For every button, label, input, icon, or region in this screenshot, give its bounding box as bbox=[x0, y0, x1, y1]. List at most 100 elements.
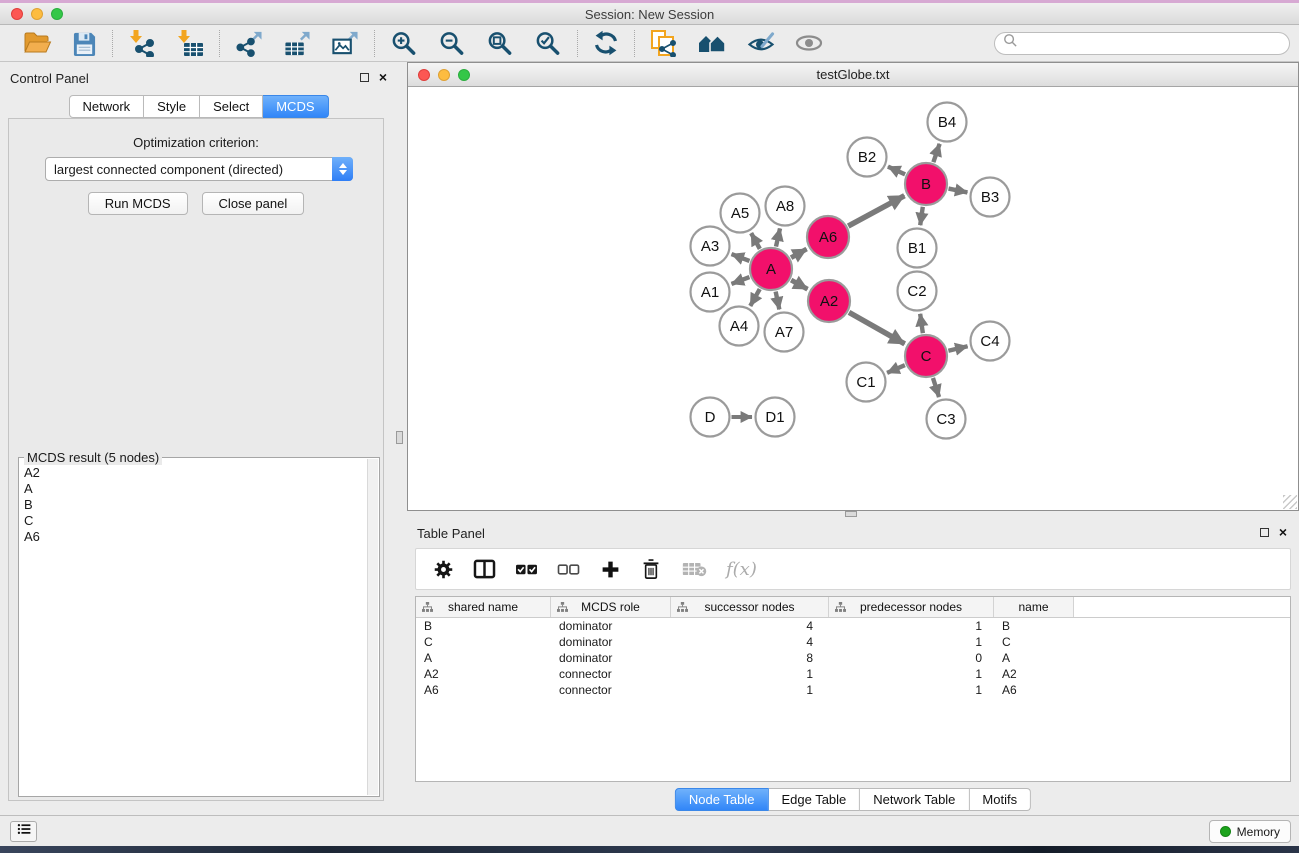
task-history-button[interactable] bbox=[10, 821, 37, 842]
edge-A6-B[interactable] bbox=[848, 196, 904, 226]
add-column-icon[interactable] bbox=[599, 559, 621, 580]
mcds-result-item[interactable]: A6 bbox=[24, 529, 366, 545]
node-C3[interactable]: C3 bbox=[927, 400, 966, 439]
close-panel-button[interactable]: Close panel bbox=[202, 192, 305, 215]
column-header-shared-name[interactable]: shared name bbox=[416, 597, 551, 617]
edge-A-A2[interactable] bbox=[791, 280, 807, 289]
settings-gear-icon[interactable] bbox=[432, 559, 454, 580]
mcds-result-item[interactable]: A2 bbox=[24, 465, 366, 481]
search-input[interactable] bbox=[1018, 36, 1289, 51]
tab-network[interactable]: Network bbox=[68, 95, 144, 118]
edge-A-A3[interactable] bbox=[732, 254, 750, 261]
hide-details-icon[interactable] bbox=[795, 32, 823, 54]
export-table-icon[interactable] bbox=[283, 30, 311, 57]
zoom-fit-icon[interactable] bbox=[486, 30, 514, 57]
column-header-MCDS-role[interactable]: MCDS role bbox=[551, 597, 671, 617]
edge-A-A6[interactable] bbox=[791, 249, 807, 258]
table-row[interactable]: A6connector11A6 bbox=[416, 682, 1290, 698]
edge-B-B1[interactable] bbox=[920, 207, 923, 225]
node-C1[interactable]: C1 bbox=[847, 363, 886, 402]
delete-column-icon[interactable] bbox=[640, 558, 662, 581]
float-table-panel-icon[interactable] bbox=[1260, 528, 1269, 537]
node-D[interactable]: D bbox=[691, 398, 730, 437]
float-panel-icon[interactable] bbox=[360, 73, 369, 82]
edge-A-A5[interactable] bbox=[751, 233, 760, 249]
panel-mode-icon[interactable] bbox=[473, 559, 496, 579]
node-B1[interactable]: B1 bbox=[898, 229, 937, 268]
select-all-icon[interactable] bbox=[515, 559, 538, 579]
edge-B-B3[interactable] bbox=[949, 189, 968, 193]
edge-A-A1[interactable] bbox=[732, 277, 750, 284]
node-A1[interactable]: A1 bbox=[691, 273, 730, 312]
node-C2[interactable]: C2 bbox=[898, 272, 937, 311]
export-image-icon[interactable] bbox=[331, 30, 359, 57]
table-row[interactable]: Adominator80A bbox=[416, 650, 1290, 666]
table-row[interactable]: Bdominator41B bbox=[416, 618, 1290, 634]
edge-A-A7[interactable] bbox=[776, 292, 780, 310]
vertical-splitter-grip[interactable] bbox=[396, 431, 403, 444]
export-network-icon[interactable] bbox=[235, 30, 263, 57]
edge-A-A8[interactable] bbox=[776, 228, 780, 246]
mcds-result-scrollbar[interactable] bbox=[367, 459, 378, 795]
table-tab-motifs[interactable]: Motifs bbox=[969, 788, 1031, 811]
mcds-result-item[interactable]: B bbox=[24, 497, 366, 513]
edge-A2-C[interactable] bbox=[849, 312, 905, 344]
edge-C-C4[interactable] bbox=[948, 346, 967, 351]
table-tab-node-table[interactable]: Node Table bbox=[675, 788, 769, 811]
window-resize-grip[interactable] bbox=[1283, 495, 1297, 509]
node-B3[interactable]: B3 bbox=[971, 178, 1010, 217]
node-D1[interactable]: D1 bbox=[756, 398, 795, 437]
show-networks-icon[interactable] bbox=[697, 31, 727, 56]
node-A[interactable]: A bbox=[750, 248, 792, 290]
open-file-icon[interactable] bbox=[23, 31, 52, 56]
new-session-icon[interactable] bbox=[650, 29, 677, 57]
save-session-icon[interactable] bbox=[72, 31, 97, 56]
import-network-icon[interactable] bbox=[128, 29, 156, 57]
refresh-icon[interactable] bbox=[593, 30, 619, 56]
network-canvas[interactable]: A5A8A3AA1A4A7A6A2B2B4BB3B1C2C4CC1C3DD1 bbox=[408, 88, 1298, 510]
node-A2[interactable]: A2 bbox=[808, 280, 850, 322]
zoom-in-icon[interactable] bbox=[390, 30, 418, 57]
column-header-predecessor-nodes[interactable]: predecessor nodes bbox=[829, 597, 994, 617]
run-mcds-button[interactable]: Run MCDS bbox=[88, 192, 188, 215]
edge-C-C2[interactable] bbox=[920, 314, 923, 333]
node-B[interactable]: B bbox=[905, 163, 947, 205]
deselect-all-icon[interactable] bbox=[557, 559, 580, 579]
edge-A-A4[interactable] bbox=[750, 289, 759, 306]
column-header-successor-nodes[interactable]: successor nodes bbox=[671, 597, 829, 617]
edge-C-C3[interactable] bbox=[933, 378, 939, 397]
edge-B-B2[interactable] bbox=[888, 167, 905, 175]
zoom-out-icon[interactable] bbox=[438, 30, 466, 57]
table-tab-network-table[interactable]: Network Table bbox=[860, 788, 969, 811]
search-box[interactable] bbox=[994, 32, 1290, 55]
optimization-criterion-dropdown[interactable]: largest connected component (directed) bbox=[45, 157, 353, 181]
node-A3[interactable]: A3 bbox=[691, 227, 730, 266]
node-B4[interactable]: B4 bbox=[928, 103, 967, 142]
import-table-icon[interactable] bbox=[176, 29, 204, 57]
table-tab-edge-table[interactable]: Edge Table bbox=[768, 788, 860, 811]
tab-style[interactable]: Style bbox=[144, 95, 200, 118]
node-A4[interactable]: A4 bbox=[720, 307, 759, 346]
edge-B-B4[interactable] bbox=[933, 144, 939, 162]
tab-mcds[interactable]: MCDS bbox=[263, 95, 328, 118]
edge-C-C1[interactable] bbox=[887, 365, 905, 373]
dropdown-stepper-icon[interactable] bbox=[332, 157, 353, 181]
close-table-panel-icon[interactable]: × bbox=[1279, 527, 1287, 537]
network-graph[interactable]: A5A8A3AA1A4A7A6A2B2B4BB3B1C2C4CC1C3DD1 bbox=[408, 88, 1298, 511]
node-C4[interactable]: C4 bbox=[971, 322, 1010, 361]
node-A5[interactable]: A5 bbox=[721, 194, 760, 233]
node-B2[interactable]: B2 bbox=[848, 138, 887, 177]
close-panel-icon[interactable]: × bbox=[379, 72, 387, 82]
memory-button[interactable]: Memory bbox=[1209, 820, 1291, 843]
node-C[interactable]: C bbox=[905, 335, 947, 377]
mcds-result-item[interactable]: C bbox=[24, 513, 366, 529]
zoom-selected-icon[interactable] bbox=[534, 30, 562, 57]
node-A7[interactable]: A7 bbox=[765, 313, 804, 352]
mcds-result-item[interactable]: A bbox=[24, 481, 366, 497]
node-A6[interactable]: A6 bbox=[807, 216, 849, 258]
table-row[interactable]: A2connector11A2 bbox=[416, 666, 1290, 682]
graphics-details-icon[interactable] bbox=[747, 31, 775, 56]
tab-select[interactable]: Select bbox=[200, 95, 263, 118]
column-header-name[interactable]: name bbox=[994, 597, 1074, 617]
table-row[interactable]: Cdominator41C bbox=[416, 634, 1290, 650]
